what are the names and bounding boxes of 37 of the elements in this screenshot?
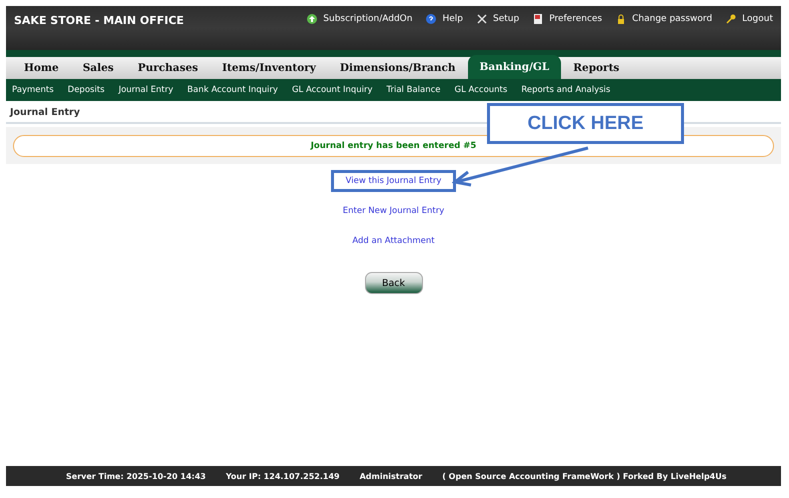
submenu-link[interactable]: Trial Balance	[386, 85, 441, 95]
document-icon	[533, 14, 544, 24]
action-link[interactable]: View this Journal Entry	[330, 170, 456, 192]
submenu-link[interactable]: GL Accounts	[454, 85, 508, 95]
submenu-link[interactable]: Bank Account Inquiry	[187, 85, 278, 95]
padlock-icon	[616, 14, 626, 24]
submenu-link[interactable]: Deposits	[68, 85, 105, 95]
key-icon	[726, 14, 736, 24]
header-link[interactable]: Logout	[726, 14, 773, 24]
submenu-link[interactable]: GL Account Inquiry	[292, 85, 373, 95]
submenu-link[interactable]: Journal Entry	[118, 85, 174, 95]
header-link[interactable]: Preferences	[533, 14, 602, 24]
help-icon	[426, 14, 436, 24]
submenu-link[interactable]: Reports and Analysis	[521, 85, 610, 95]
header-link[interactable]: Help	[426, 14, 463, 24]
footer-text: Administrator	[360, 472, 422, 480]
footer-text: Server Time: 2025-10-20 14:43	[66, 472, 206, 480]
action-link[interactable]: Add an Attachment	[337, 230, 450, 252]
up-arrow-icon	[307, 14, 318, 24]
menu-tab[interactable]: Home	[12, 57, 71, 79]
menu-tab[interactable]: Reports	[561, 57, 632, 79]
menu-tab[interactable]: Dimensions/Branch	[328, 57, 468, 79]
menu-tab[interactable]: Purchases	[126, 57, 210, 79]
back-button[interactable]: Back	[364, 272, 422, 294]
callout-label: CLICK HERE	[487, 103, 684, 144]
menu-tab[interactable]: Sales	[70, 57, 126, 79]
submenu-link[interactable]: Payments	[12, 85, 54, 95]
footer-text: ( Open Source Accounting FrameWork ) Forked By LiveHelp4Us	[442, 472, 726, 480]
menu-tab[interactable]: Banking/GL	[468, 55, 562, 79]
header-link[interactable]: Subscription/AddOn	[307, 14, 412, 24]
header-link[interactable]: Change password	[616, 14, 712, 24]
tools-icon	[476, 14, 487, 24]
company-name: SAKE STORE - MAIN OFFICE	[14, 14, 184, 27]
footer-text: Your IP: 124.107.252.149	[226, 472, 340, 480]
header-link[interactable]: Setup	[476, 14, 520, 24]
menu-tab[interactable]: Items/Inventory	[210, 57, 328, 79]
action-link[interactable]: Enter New Journal Entry	[328, 200, 460, 222]
